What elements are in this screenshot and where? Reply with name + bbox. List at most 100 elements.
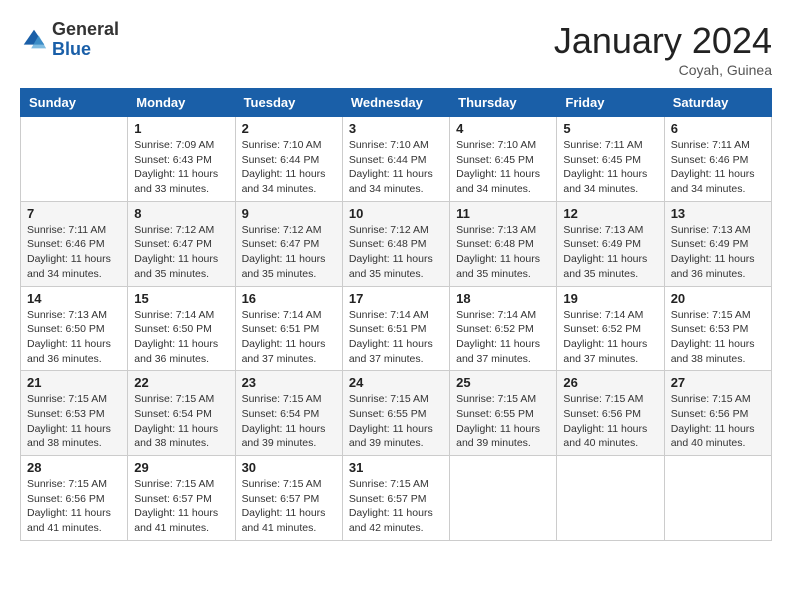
- header-cell-wednesday: Wednesday: [342, 89, 449, 117]
- day-cell: 31 Sunrise: 7:15 AMSunset: 6:57 PMDayligh…: [342, 456, 449, 541]
- day-number: 19: [563, 291, 657, 306]
- day-cell: 26Sunrise: 7:15 AMSunset: 6:56 PMDayligh…: [557, 371, 664, 456]
- day-number: 25: [456, 375, 550, 390]
- day-info: Sunrise: 7:12 AMSunset: 6:47 PMDaylight:…: [242, 223, 336, 282]
- day-cell: 4Sunrise: 7:10 AMSunset: 6:45 PMDaylight…: [450, 117, 557, 202]
- day-cell: 24 Sunrise: 7:15 AMSunset: 6:55 PMDayligh…: [342, 371, 449, 456]
- day-cell: 3 Sunrise: 7:10 AMSunset: 6:44 PMDaylight…: [342, 117, 449, 202]
- day-number: 9: [242, 206, 336, 221]
- day-cell: 27 Sunrise: 7:15 AMSunset: 6:56 PMDayligh…: [664, 371, 771, 456]
- day-info: Sunrise: 7:10 AMSunset: 6:44 PMDaylight:…: [242, 138, 336, 197]
- location-subtitle: Coyah, Guinea: [554, 62, 772, 78]
- day-number: 2: [242, 121, 336, 136]
- day-cell: 13 Sunrise: 7:13 AMSunset: 6:49 PMDayligh…: [664, 201, 771, 286]
- header-cell-thursday: Thursday: [450, 89, 557, 117]
- day-info: Sunrise: 7:15 AMSunset: 6:55 PMDaylight:…: [456, 392, 550, 451]
- day-number: 6: [671, 121, 765, 136]
- day-number: 10: [349, 206, 443, 221]
- day-info: Sunrise: 7:15 AMSunset: 6:57 PMDaylight:…: [349, 477, 443, 536]
- day-number: 14: [27, 291, 121, 306]
- calendar-body: 1Sunrise: 7:09 AMSunset: 6:43 PMDaylight…: [21, 117, 772, 541]
- day-info: Sunrise: 7:11 AMSunset: 6:45 PMDaylight:…: [563, 138, 657, 197]
- day-cell: 10 Sunrise: 7:12 AMSunset: 6:48 PMDayligh…: [342, 201, 449, 286]
- day-cell: 14 Sunrise: 7:13 AMSunset: 6:50 PMDayligh…: [21, 286, 128, 371]
- day-cell: 30 Sunrise: 7:15 AMSunset: 6:57 PMDayligh…: [235, 456, 342, 541]
- day-info: Sunrise: 7:15 AMSunset: 6:56 PMDaylight:…: [563, 392, 657, 451]
- day-number: 29: [134, 460, 228, 475]
- day-number: 13: [671, 206, 765, 221]
- header-cell-monday: Monday: [128, 89, 235, 117]
- day-number: 8: [134, 206, 228, 221]
- day-info: Sunrise: 7:15 AMSunset: 6:57 PMDaylight:…: [242, 477, 336, 536]
- header-cell-sunday: Sunday: [21, 89, 128, 117]
- day-info: Sunrise: 7:15 AMSunset: 6:57 PMDaylight:…: [134, 477, 228, 536]
- day-cell: 16 Sunrise: 7:14 AMSunset: 6:51 PMDayligh…: [235, 286, 342, 371]
- day-cell: 19 Sunrise: 7:14 AMSunset: 6:52 PMDayligh…: [557, 286, 664, 371]
- day-info: Sunrise: 7:15 AMSunset: 6:54 PMDaylight:…: [242, 392, 336, 451]
- day-cell: 23Sunrise: 7:15 AMSunset: 6:54 PMDayligh…: [235, 371, 342, 456]
- day-number: 16: [242, 291, 336, 306]
- week-row-1: 1Sunrise: 7:09 AMSunset: 6:43 PMDaylight…: [21, 117, 772, 202]
- logo-text: General Blue: [52, 20, 119, 60]
- day-cell: 12 Sunrise: 7:13 AMSunset: 6:49 PMDayligh…: [557, 201, 664, 286]
- day-info: Sunrise: 7:15 AMSunset: 6:56 PMDaylight:…: [671, 392, 765, 451]
- day-cell: 22 Sunrise: 7:15 AMSunset: 6:54 PMDayligh…: [128, 371, 235, 456]
- day-info: Sunrise: 7:15 AMSunset: 6:53 PMDaylight:…: [27, 392, 121, 451]
- day-number: 11: [456, 206, 550, 221]
- header-cell-tuesday: Tuesday: [235, 89, 342, 117]
- day-number: 18: [456, 291, 550, 306]
- day-info: Sunrise: 7:14 AMSunset: 6:50 PMDaylight:…: [134, 308, 228, 367]
- day-number: 27: [671, 375, 765, 390]
- day-cell: 7Sunrise: 7:11 AMSunset: 6:46 PMDaylight…: [21, 201, 128, 286]
- day-number: 31: [349, 460, 443, 475]
- calendar-header: SundayMondayTuesdayWednesdayThursdayFrid…: [21, 89, 772, 117]
- title-block: January 2024 Coyah, Guinea: [554, 20, 772, 78]
- day-number: 22: [134, 375, 228, 390]
- day-number: 21: [27, 375, 121, 390]
- day-number: 1: [134, 121, 228, 136]
- day-number: 17: [349, 291, 443, 306]
- day-number: 24: [349, 375, 443, 390]
- day-info: Sunrise: 7:15 AMSunset: 6:56 PMDaylight:…: [27, 477, 121, 536]
- day-cell: 11 Sunrise: 7:13 AMSunset: 6:48 PMDayligh…: [450, 201, 557, 286]
- day-info: Sunrise: 7:14 AMSunset: 6:51 PMDaylight:…: [242, 308, 336, 367]
- logo-icon: [20, 26, 48, 54]
- day-number: 12: [563, 206, 657, 221]
- day-info: Sunrise: 7:15 AMSunset: 6:53 PMDaylight:…: [671, 308, 765, 367]
- day-cell: 29 Sunrise: 7:15 AMSunset: 6:57 PMDayligh…: [128, 456, 235, 541]
- day-cell: [664, 456, 771, 541]
- day-number: 30: [242, 460, 336, 475]
- day-info: Sunrise: 7:14 AMSunset: 6:52 PMDaylight:…: [563, 308, 657, 367]
- day-cell: [21, 117, 128, 202]
- day-cell: 2 Sunrise: 7:10 AMSunset: 6:44 PMDaylight…: [235, 117, 342, 202]
- day-info: Sunrise: 7:14 AMSunset: 6:52 PMDaylight:…: [456, 308, 550, 367]
- day-cell: 9 Sunrise: 7:12 AMSunset: 6:47 PMDaylight…: [235, 201, 342, 286]
- day-number: 3: [349, 121, 443, 136]
- day-info: Sunrise: 7:13 AMSunset: 6:49 PMDaylight:…: [671, 223, 765, 282]
- header-cell-friday: Friday: [557, 89, 664, 117]
- day-info: Sunrise: 7:10 AMSunset: 6:45 PMDaylight:…: [456, 138, 550, 197]
- day-info: Sunrise: 7:11 AMSunset: 6:46 PMDaylight:…: [671, 138, 765, 197]
- week-row-3: 14 Sunrise: 7:13 AMSunset: 6:50 PMDayligh…: [21, 286, 772, 371]
- day-info: Sunrise: 7:15 AMSunset: 6:54 PMDaylight:…: [134, 392, 228, 451]
- day-info: Sunrise: 7:12 AMSunset: 6:48 PMDaylight:…: [349, 223, 443, 282]
- day-cell: 25 Sunrise: 7:15 AMSunset: 6:55 PMDayligh…: [450, 371, 557, 456]
- day-cell: 6 Sunrise: 7:11 AMSunset: 6:46 PMDaylight…: [664, 117, 771, 202]
- logo: General Blue: [20, 20, 119, 60]
- day-cell: 1Sunrise: 7:09 AMSunset: 6:43 PMDaylight…: [128, 117, 235, 202]
- day-info: Sunrise: 7:13 AMSunset: 6:49 PMDaylight:…: [563, 223, 657, 282]
- day-info: Sunrise: 7:13 AMSunset: 6:50 PMDaylight:…: [27, 308, 121, 367]
- day-cell: 5 Sunrise: 7:11 AMSunset: 6:45 PMDaylight…: [557, 117, 664, 202]
- day-info: Sunrise: 7:13 AMSunset: 6:48 PMDaylight:…: [456, 223, 550, 282]
- day-info: Sunrise: 7:15 AMSunset: 6:55 PMDaylight:…: [349, 392, 443, 451]
- page-header: General Blue January 2024 Coyah, Guinea: [20, 20, 772, 78]
- day-info: Sunrise: 7:11 AMSunset: 6:46 PMDaylight:…: [27, 223, 121, 282]
- day-number: 5: [563, 121, 657, 136]
- day-cell: 28 Sunrise: 7:15 AMSunset: 6:56 PMDayligh…: [21, 456, 128, 541]
- day-cell: 17Sunrise: 7:14 AMSunset: 6:51 PMDayligh…: [342, 286, 449, 371]
- week-row-4: 21 Sunrise: 7:15 AMSunset: 6:53 PMDayligh…: [21, 371, 772, 456]
- day-number: 28: [27, 460, 121, 475]
- day-cell: [450, 456, 557, 541]
- day-info: Sunrise: 7:10 AMSunset: 6:44 PMDaylight:…: [349, 138, 443, 197]
- day-cell: 8Sunrise: 7:12 AMSunset: 6:47 PMDaylight…: [128, 201, 235, 286]
